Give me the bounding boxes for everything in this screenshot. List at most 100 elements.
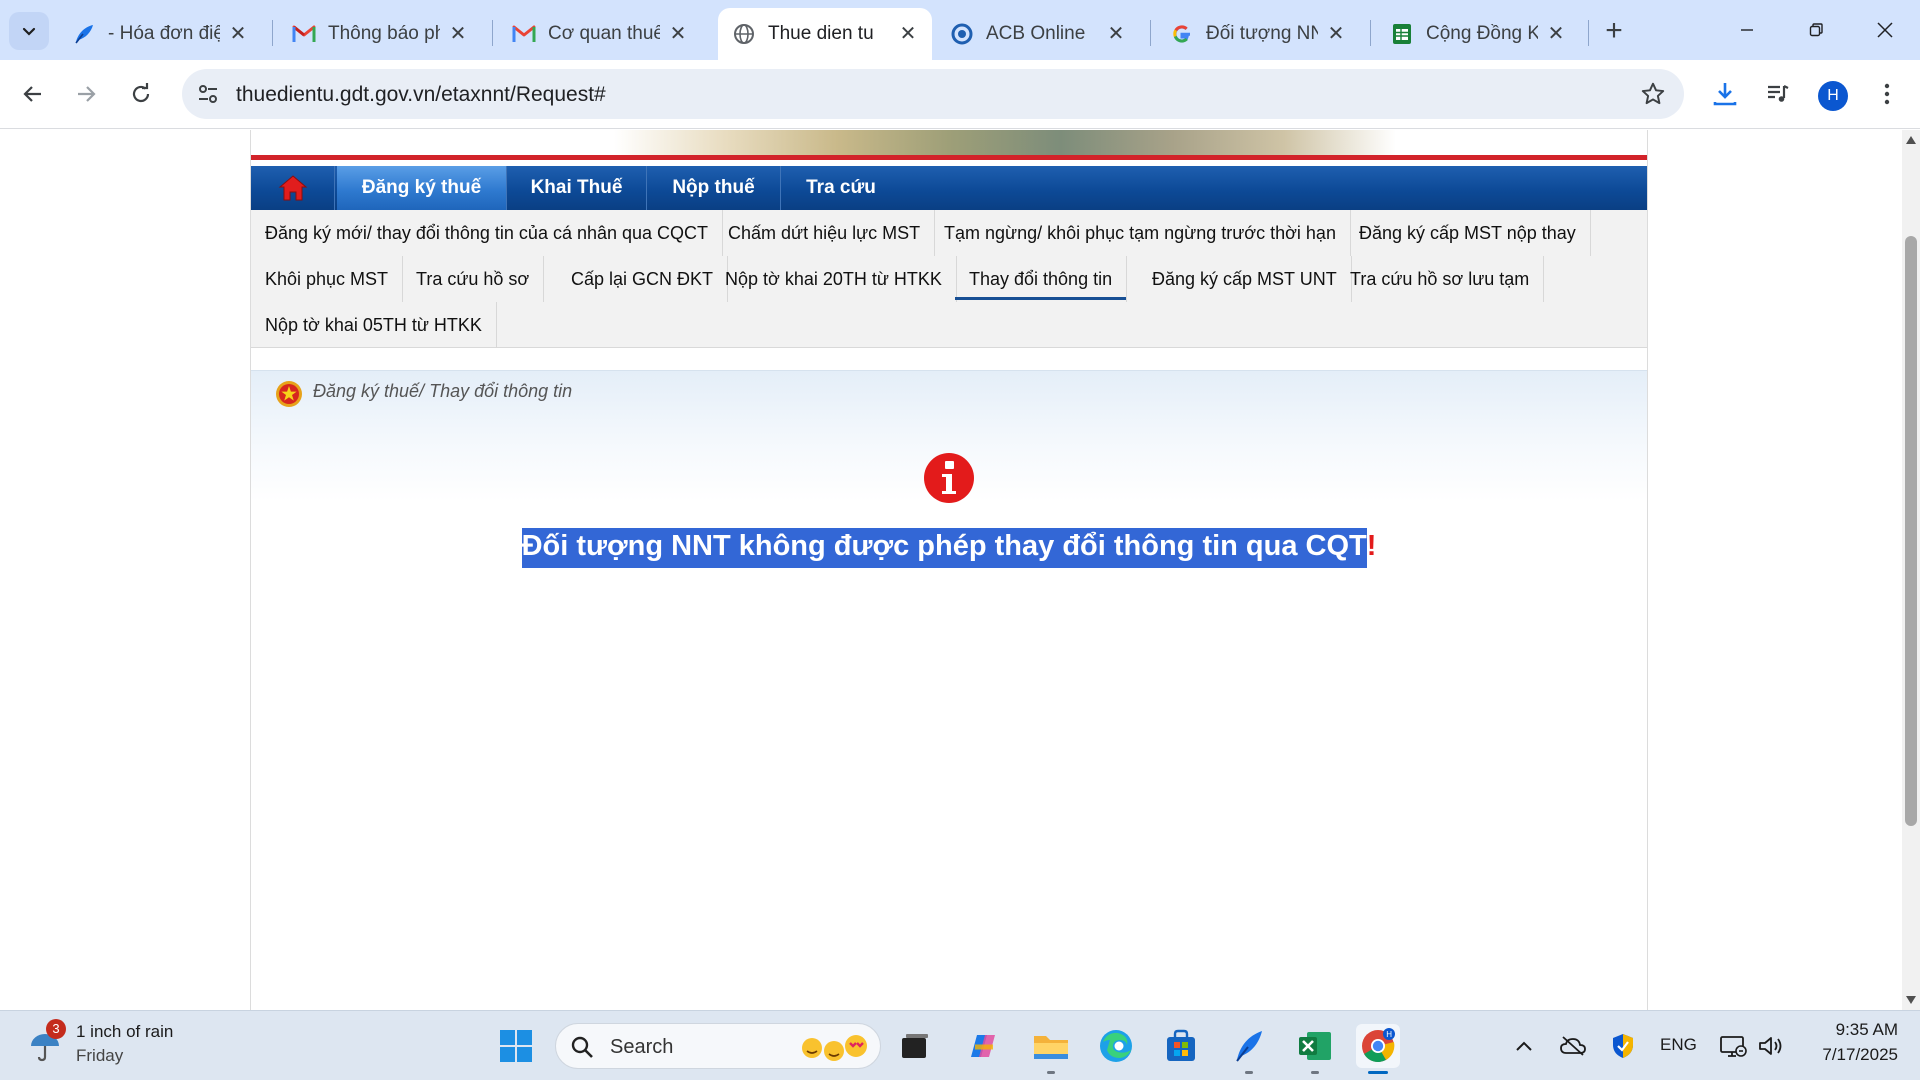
file-explorer-button[interactable] [1029,1024,1073,1074]
taskbar-search[interactable]: Search [555,1023,881,1069]
tab-title: - Hóa đơn điệ [108,23,220,44]
submenu-item[interactable]: Khôi phục MST [251,256,404,302]
page-viewport: Đăng ký thuế Khai Thuế Nộp thuế Tra cứu … [0,130,1902,1010]
submenu-item[interactable]: Đăng ký cấp MST nộp thay [1345,210,1591,256]
weather-day: Friday [76,1046,124,1065]
nav-tra-cuu[interactable]: Tra cứu [781,166,901,210]
browser-menu-button[interactable] [1866,73,1908,115]
downloads-button[interactable] [1704,73,1746,115]
acb-icon [950,22,974,46]
reload-button[interactable] [120,73,162,115]
arrow-right-icon [78,86,96,102]
submenu-item[interactable]: Đăng ký mới/ thay đổi thông tin của cá n… [251,210,724,256]
breadcrumb: Đăng ký thuế/ Thay đổi thông tin [313,381,573,401]
scrollbar-thumb[interactable] [1905,236,1917,826]
nav-nop-thue[interactable]: Nộp thuế [647,166,781,210]
submenu-item[interactable]: Cấp lại GCN ĐKT [557,256,729,302]
close-tab-icon[interactable]: ✕ [668,24,688,44]
main-nav: Đăng ký thuế Khai Thuế Nộp thuế Tra cứu [251,166,1647,210]
bookmark-star-icon[interactable] [1640,81,1666,107]
close-tab-icon[interactable]: ✕ [228,24,248,44]
submenu-item[interactable]: Nộp tờ khai 05TH từ HTKK [251,302,497,348]
tab-cong-dong[interactable]: Cộng Đồng K ✕ [1376,8,1580,60]
security-button[interactable] [1608,1033,1638,1059]
chevron-up-icon [1516,1041,1532,1051]
tab-acb-online[interactable]: ACB Online ✕ [936,8,1140,60]
scroll-up-icon[interactable] [1906,136,1916,144]
tab-hoa-don[interactable]: - Hóa đơn điệ ✕ [58,8,262,60]
edge-button[interactable] [1094,1024,1138,1068]
profile-avatar[interactable]: H [1818,81,1848,111]
address-bar[interactable]: thuedientu.gdt.gov.vn/etaxnnt/Request# [182,69,1684,119]
globe-icon [732,22,756,46]
tab-doi-tuong[interactable]: Đối tượng NN ✕ [1156,8,1360,60]
tab-title: Thue dien tu [768,23,874,44]
home-button[interactable] [251,166,335,210]
site-settings-icon[interactable] [196,82,220,106]
site-banner [251,130,1647,155]
submenu-item[interactable]: Tra cứu hồ sơ [402,256,545,302]
volume-button[interactable] [1756,1033,1786,1059]
excel-button[interactable] [1293,1024,1337,1074]
close-window-button[interactable] [1855,8,1915,52]
error-message-suffix: ! [1366,530,1377,562]
show-hidden-icons-button[interactable] [1514,1033,1534,1059]
sheet-icon [1390,22,1414,46]
input-language-indicator[interactable]: ENG [1660,1035,1697,1055]
tab-separator [272,20,273,46]
tab-thue-dien-tu[interactable]: Thue dien tu ✕ [718,8,932,60]
error-message-text: Đối tượng NNT không được phép thay đổi t… [521,528,1367,568]
close-tab-icon[interactable]: ✕ [1106,24,1126,44]
tab-separator [1588,20,1589,46]
close-tab-icon[interactable]: ✕ [448,24,468,44]
minimize-button[interactable] [1717,8,1777,52]
shield-icon [1613,1034,1633,1058]
tab-search-button[interactable] [9,12,49,50]
submenu-item[interactable]: Nộp tờ khai 20TH từ HTKK [711,256,957,302]
onedrive-button[interactable] [1558,1033,1588,1059]
forward-button[interactable] [65,73,107,115]
task-view-button[interactable] [893,1024,937,1068]
start-button[interactable] [494,1024,538,1068]
copilot-icon [971,1035,995,1057]
weather-summary[interactable]: 1 inch of rain [76,1022,173,1042]
clock-date[interactable]: 7/17/2025 [1822,1045,1898,1065]
scroll-down-icon[interactable] [1906,996,1916,1004]
chrome-button[interactable]: H [1356,1024,1400,1074]
tab-strip: - Hóa đơn điệ ✕ Thông báo ph ✕ Cơ quan t… [0,0,1920,60]
close-tab-icon[interactable]: ✕ [1326,24,1346,44]
google-icon [1170,22,1194,46]
submenu-item-active[interactable]: Thay đổi thông tin [955,256,1128,302]
sub-menu: Đăng ký mới/ thay đổi thông tin của cá n… [251,210,1647,348]
svg-text:H: H [1386,1030,1392,1039]
media-control-button[interactable] [1757,73,1799,115]
einvoice-app-button[interactable] [1227,1024,1271,1074]
restore-button[interactable] [1786,8,1846,52]
page-scrollbar[interactable] [1902,130,1920,1010]
arrow-left-icon [23,86,41,102]
gmail-icon [512,22,536,46]
copilot-button[interactable] [961,1024,1005,1068]
close-tab-icon[interactable]: ✕ [898,24,918,44]
tab-title: Đối tượng NN [1206,23,1318,44]
network-icon [1720,1036,1747,1057]
close-tab-icon[interactable]: ✕ [1546,24,1566,44]
store-button[interactable] [1159,1024,1203,1068]
new-tab-button[interactable]: + [1596,14,1632,50]
site-container: Đăng ký thuế Khai Thuế Nộp thuế Tra cứu … [250,130,1648,1010]
clock-time[interactable]: 9:35 AM [1836,1020,1898,1040]
url-text[interactable]: thuedientu.gdt.gov.vn/etaxnnt/Request# [236,83,606,107]
back-button[interactable] [12,73,54,115]
tab-co-quan-thue[interactable]: Cơ quan thuế ✕ [498,8,702,60]
tab-separator [1370,20,1371,46]
submenu-item[interactable]: Chấm dứt hiệu lực MST [714,210,936,256]
nav-khai-thue[interactable]: Khai Thuế [507,166,647,210]
submenu-item[interactable]: Tra cứu hồ sơ lưu tạm [1336,256,1545,302]
nav-dang-ky-thue[interactable]: Đăng ký thuế [337,166,507,210]
tab-title: Thông báo ph [328,23,440,44]
network-button[interactable] [1718,1033,1748,1059]
tab-thong-bao[interactable]: Thông báo ph ✕ [278,8,482,60]
submenu-item[interactable]: Tạm ngừng/ khôi phục tạm ngừng trước thờ… [930,210,1351,256]
feather-icon [1236,1031,1262,1062]
submenu-item[interactable]: Đăng ký cấp MST UNT [1138,256,1352,302]
